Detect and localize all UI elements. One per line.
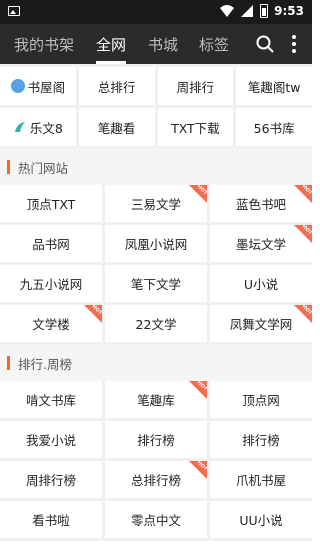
section-accent-bar <box>7 160 10 174</box>
tab-bookshelf[interactable]: 我的书架 <box>14 24 74 64</box>
site-tile[interactable]: 总排行榜 HOT <box>105 461 207 498</box>
quick-link[interactable]: 书屋阁 <box>0 67 76 105</box>
site-tile-label: 品书网 <box>32 237 70 252</box>
site-tile[interactable]: 九五小说网 <box>0 265 102 302</box>
site-tile[interactable]: U小说 <box>210 265 312 302</box>
section-accent-bar <box>7 356 10 370</box>
site-tile[interactable]: 凤舞文学网 HOT <box>210 305 312 342</box>
signal-icon <box>241 5 254 17</box>
site-tile[interactable]: 笔下文学 <box>105 265 207 302</box>
site-tile-label: 零点中文 <box>130 513 181 528</box>
hot-badge-label: HOT <box>300 185 312 197</box>
clock: 9:53 <box>274 4 304 18</box>
site-tile-label: 墨坛文学 <box>235 237 286 252</box>
hot-badge: HOT <box>84 305 102 323</box>
site-tile-label: 顶点TXT <box>26 197 76 212</box>
weekly-ranking-grid: 啃文书库 笔趣库 HOT 顶点网我爱小说 排行榜 排行榜周排行榜 总排行榜 HOT 爪机书屋看书… <box>0 381 312 541</box>
tab-tags[interactable]: 标签 <box>199 24 229 64</box>
hot-badge-label: HOT <box>195 185 207 197</box>
hot-badge-label: HOT <box>90 305 102 317</box>
hot-badge: HOT <box>189 461 207 479</box>
hot-badge: HOT <box>294 225 312 243</box>
site-tile-label: 凤凰小说网 <box>124 237 188 252</box>
site-tile[interactable]: 周排行榜 <box>0 461 102 498</box>
site-tile-label: 凤舞文学网 <box>229 317 293 332</box>
site-tile-label: 排行榜 <box>242 433 280 448</box>
site-tile-label: U小说 <box>243 277 279 292</box>
hot-badge-label: HOT <box>195 381 207 393</box>
site-tile-label: 看书啦 <box>32 513 70 528</box>
battery-icon <box>260 4 269 18</box>
site-tile-label: 周排行榜 <box>25 473 76 488</box>
site-tile-label: 我爱小说 <box>25 433 76 448</box>
hot-badge-label: HOT <box>300 225 312 237</box>
quick-link[interactable]: TXT下载 <box>157 108 234 146</box>
site-tile[interactable]: UU小说 <box>210 501 312 538</box>
search-icon[interactable] <box>256 35 274 53</box>
quick-link[interactable]: 56书库 <box>236 108 312 146</box>
hot-badge-label: HOT <box>300 305 312 317</box>
wifi-icon <box>220 5 235 17</box>
site-tile[interactable]: 22文学 <box>105 305 207 342</box>
site-tile[interactable]: 笔趣库 HOT <box>105 381 207 418</box>
site-tile[interactable]: 排行榜 <box>105 421 207 458</box>
status-bar: 9:53 <box>0 0 312 24</box>
site-tile-label: UU小说 <box>239 513 283 528</box>
site-tile-label: 总排行榜 <box>130 473 181 488</box>
site-tile-label: 顶点网 <box>242 393 280 408</box>
site-tile[interactable]: 凤凰小说网 <box>105 225 207 262</box>
quick-link[interactable]: 乐文8 <box>0 108 76 146</box>
quick-link[interactable]: 笔趣阁tw <box>236 67 312 105</box>
site-tile[interactable]: 排行榜 <box>210 421 312 458</box>
site-tile[interactable]: 啃文书库 <box>0 381 102 418</box>
section-header: 排行.周榜 <box>0 345 312 381</box>
hot-badge: HOT <box>189 381 207 399</box>
more-options-icon[interactable] <box>290 34 298 54</box>
site-tile-label: 22文学 <box>135 317 177 332</box>
top-navigation: 我的书架 全网 书城 标签 <box>0 24 312 64</box>
site-tile[interactable]: 三易文学 HOT <box>105 185 207 222</box>
site-tile[interactable]: 文学楼 HOT <box>0 305 102 342</box>
quick-link[interactable]: 总排行 <box>78 67 155 105</box>
site-tile-label: 排行榜 <box>137 433 175 448</box>
site-tile-label: 九五小说网 <box>19 277 83 292</box>
tab-bookstore[interactable]: 书城 <box>148 24 178 64</box>
site-logo-icon <box>14 122 25 132</box>
hot-badge: HOT <box>189 185 207 203</box>
site-tile-label: 爪机书屋 <box>235 473 286 488</box>
site-tile[interactable]: 顶点网 <box>210 381 312 418</box>
site-tile[interactable]: 品书网 <box>0 225 102 262</box>
hot-badge-label: HOT <box>195 461 207 473</box>
site-tile[interactable]: 看书啦 <box>0 501 102 538</box>
site-tile-label: 三易文学 <box>130 197 181 212</box>
site-tile-label: 蓝色书吧 <box>235 197 286 212</box>
site-tile[interactable]: 我爱小说 <box>0 421 102 458</box>
quick-link[interactable]: 笔趣看 <box>78 108 155 146</box>
hot-badge: HOT <box>294 305 312 323</box>
site-tile[interactable]: 顶点TXT <box>0 185 102 222</box>
site-tile-label: 啃文书库 <box>25 393 76 408</box>
site-tile-label: 笔下文学 <box>130 277 181 292</box>
quick-links: 书屋阁 总排行 周排行 笔趣阁tw 乐文8 笔趣看 TXT下载 56书库 <box>0 64 312 149</box>
site-tile-label: 文学楼 <box>32 317 70 332</box>
site-tile[interactable]: 墨坛文学 HOT <box>210 225 312 262</box>
hot-badge: HOT <box>294 185 312 203</box>
tab-all-network[interactable]: 全网 <box>96 24 127 64</box>
site-logo-icon <box>10 79 25 93</box>
site-tile-label: 笔趣库 <box>137 393 175 408</box>
section-header: 热门网站 <box>0 149 312 185</box>
image-notification-icon <box>8 6 20 16</box>
site-tile[interactable]: 零点中文 <box>105 501 207 538</box>
site-tile[interactable]: 蓝色书吧 HOT <box>210 185 312 222</box>
site-tile[interactable]: 爪机书屋 <box>210 461 312 498</box>
quick-link[interactable]: 周排行 <box>157 67 234 105</box>
hot-sites-grid: 顶点TXT 三易文学 HOT 蓝色书吧 HOT 品书网 凤凰小说网 墨坛文学 HOT 九五小说网 笔… <box>0 185 312 345</box>
